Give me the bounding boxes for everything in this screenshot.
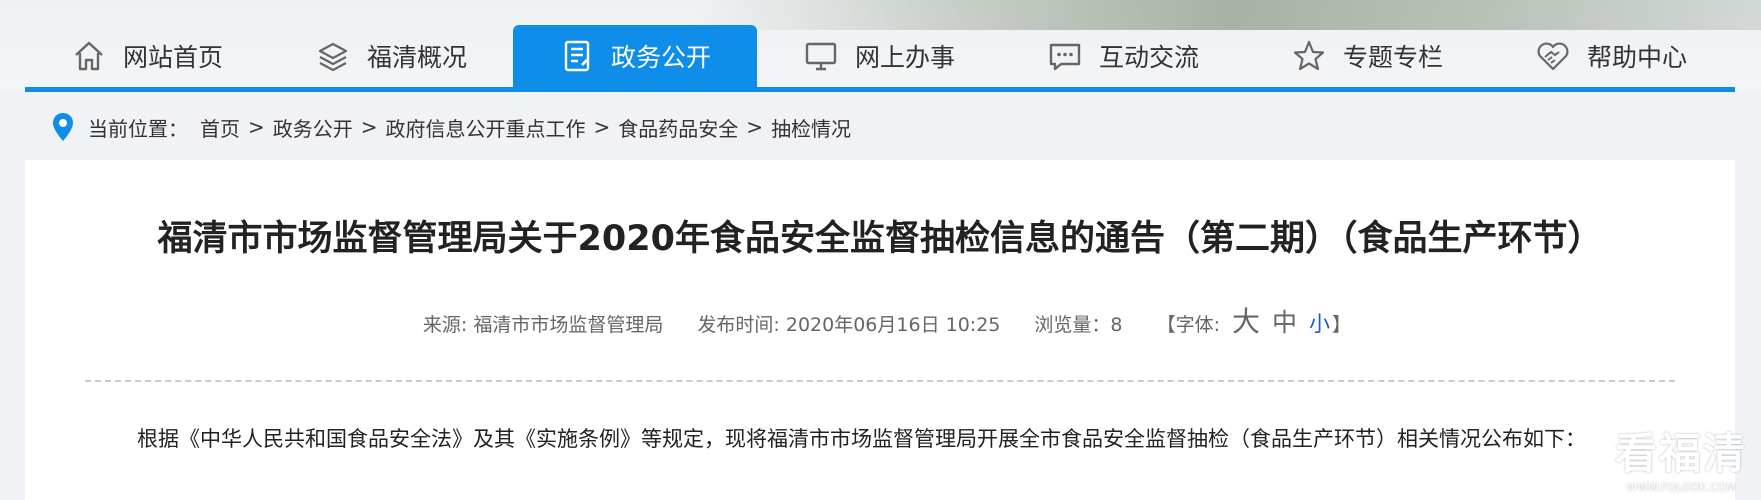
breadcrumb-separator: > — [593, 115, 611, 139]
breadcrumb-item-inspection[interactable]: 抽检情况 — [771, 113, 851, 142]
nav-label: 网站首页 — [122, 43, 223, 72]
article-publish-time: 发布时间: 2020年06月16日 10:25 — [697, 314, 1001, 336]
article-container: 福清市市场监督管理局关于2020年食品安全监督抽检信息的通告（第二期）（食品生产… — [25, 160, 1735, 500]
document-icon — [559, 38, 595, 74]
nav-label: 福清概况 — [366, 43, 467, 72]
meta-divider — [85, 380, 1675, 382]
breadcrumb-item-food-drug-safety[interactable]: 食品药品安全 — [618, 113, 738, 142]
breadcrumb-item-gov-affairs[interactable]: 政务公开 — [273, 113, 353, 142]
nav-item-overview[interactable]: 福清概况 — [269, 25, 513, 87]
font-large-button[interactable]: 大 — [1232, 305, 1260, 338]
nav-underline — [25, 87, 1735, 92]
article-source: 来源: 福清市市场监督管理局 — [422, 314, 664, 336]
main-nav: 网站首页 福清概况 政务公开 网上办事 互动交流 专题专栏 帮助中心 — [25, 25, 1735, 87]
font-size-open: 【字体: — [1156, 314, 1227, 336]
layers-icon — [315, 38, 351, 74]
breadcrumb-separator: > — [360, 115, 378, 139]
font-size-control: 【字体: 大中小】 — [1156, 305, 1352, 338]
article-paragraph: 根据《中华人民共和国食品安全法》及其《实施条例》等规定，现将福清市市场监督管理局… — [137, 427, 1586, 451]
nav-label: 互动交流 — [1098, 43, 1199, 72]
home-icon — [71, 38, 107, 74]
nav-item-online-service[interactable]: 网上办事 — [757, 25, 1001, 87]
watermark-logo: 看福清 — [1614, 429, 1747, 478]
font-size-close: 】 — [1332, 314, 1352, 336]
nav-label: 政务公开 — [610, 43, 711, 72]
breadcrumb-prefix: 当前位置： — [88, 116, 188, 141]
nav-item-gov-affairs[interactable]: 政务公开 — [513, 25, 757, 87]
breadcrumb-separator: > — [746, 115, 764, 139]
article-meta: 来源: 福清市市场监督管理局 发布时间: 2020年06月16日 10:25 浏… — [25, 300, 1735, 340]
article-views: 浏览量：8 — [1034, 314, 1123, 336]
font-small-button[interactable]: 小 — [1309, 312, 1330, 336]
monitor-icon — [803, 38, 839, 74]
chat-icon — [1047, 38, 1083, 74]
site-watermark: 看福清 WWW.FQLOOK.COM — [1615, 420, 1747, 494]
nav-label: 专题专栏 — [1342, 43, 1443, 72]
location-pin-icon — [53, 113, 73, 141]
nav-item-topics[interactable]: 专题专栏 — [1245, 25, 1489, 87]
handshake-icon — [1535, 38, 1571, 74]
nav-item-home[interactable]: 网站首页 — [25, 25, 269, 87]
breadcrumb-item-key-work[interactable]: 政府信息公开重点工作 — [386, 113, 586, 142]
watermark-url: WWW.FQLOOK.COM — [1626, 481, 1736, 494]
breadcrumb: 当前位置： 首页 > 政务公开 > 政府信息公开重点工作 > 食品药品安全 > … — [52, 109, 851, 145]
nav-label: 网上办事 — [854, 43, 955, 72]
nav-item-help[interactable]: 帮助中心 — [1489, 25, 1733, 87]
font-medium-button[interactable]: 中 — [1272, 308, 1297, 337]
nav-item-interaction[interactable]: 互动交流 — [1001, 25, 1245, 87]
article-title: 福清市市场监督管理局关于2020年食品安全监督抽检信息的通告（第二期）（食品生产… — [157, 219, 1603, 259]
star-icon — [1291, 38, 1327, 74]
breadcrumb-separator: > — [248, 115, 265, 139]
nav-label: 帮助中心 — [1586, 43, 1687, 72]
breadcrumb-item-home[interactable]: 首页 — [200, 113, 240, 142]
